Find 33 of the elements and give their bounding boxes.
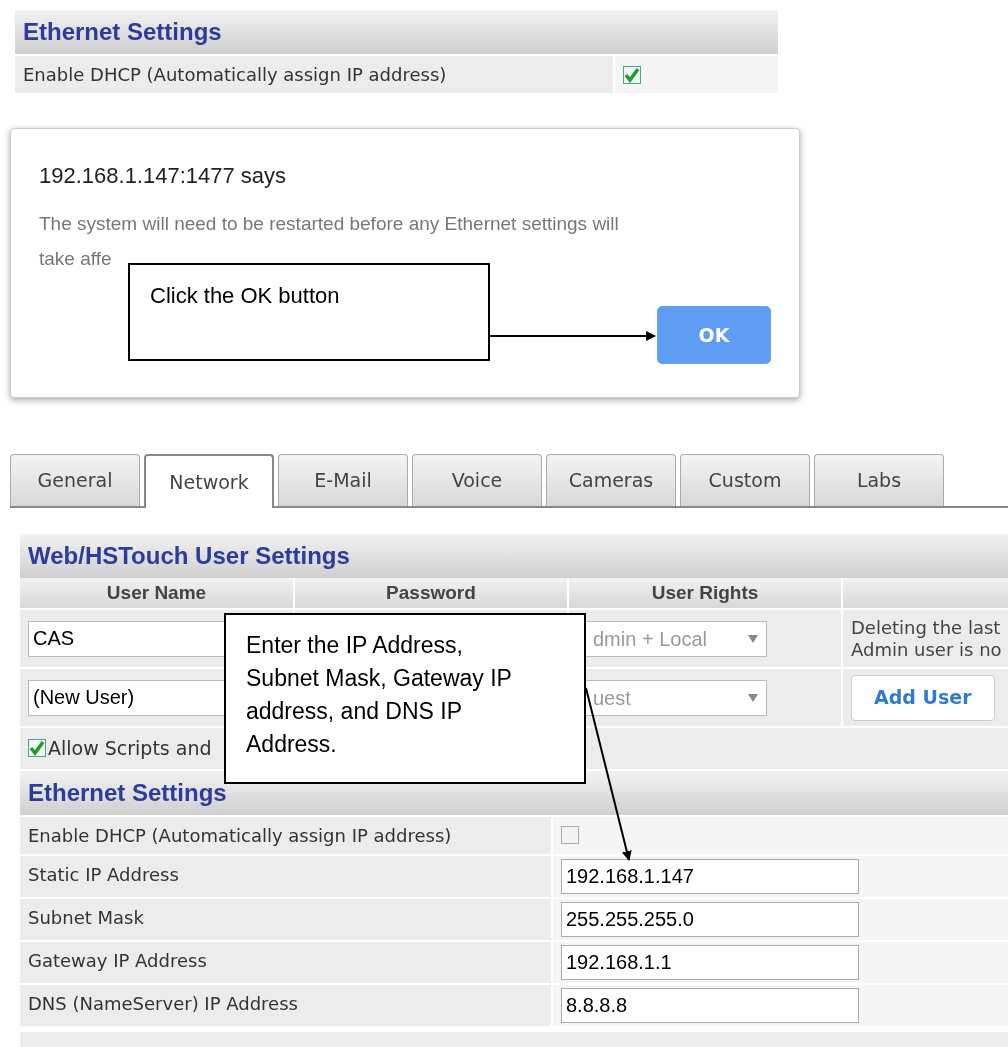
section-header: Ethernet Settings	[15, 10, 778, 54]
setting-label: Enable DHCP (Automatically assign IP address)	[15, 56, 615, 93]
text-field[interactable]: 192.168.1.1	[561, 944, 859, 980]
column-header: User Name	[20, 578, 293, 608]
setting-label: Enable DHCP (Automatically assign IP address)	[20, 816, 553, 854]
add-user-button[interactable]: Add User	[851, 674, 995, 721]
tab[interactable]: Cameras	[546, 454, 676, 506]
setting-label: DNS (NameServer) IP Address	[20, 984, 553, 1026]
tab[interactable]: Custom	[680, 454, 810, 506]
checkbox[interactable]	[623, 65, 641, 84]
setting-label: Gateway IP Address	[20, 941, 553, 983]
note-text: Deleting the last Admin user is no	[851, 616, 1002, 661]
tab[interactable]: General	[10, 454, 140, 506]
checkbox[interactable]	[28, 739, 46, 758]
column-header: Password	[295, 578, 567, 608]
callout-tooltip: Click the OK button	[128, 263, 490, 361]
setting-label: Static IP Address	[20, 855, 553, 897]
caret-icon	[748, 693, 758, 702]
option-label: Allow Scripts and	[48, 736, 212, 761]
tab[interactable]: Labs	[814, 454, 944, 506]
section-header: Web/HSTouch User Settings	[20, 534, 1008, 578]
tab[interactable]: Voice	[412, 454, 542, 506]
setting-label: Subnet Mask	[20, 898, 553, 940]
caret-icon	[748, 634, 758, 643]
tab[interactable]: E-Mail	[278, 454, 408, 506]
text-field[interactable]: 192.168.1.147	[561, 858, 859, 894]
text-field[interactable]: 8.8.8.8	[561, 987, 859, 1023]
callout-tooltip: Enter the IP Address, Subnet Mask, Gateway IP address, and DNS IP Address.	[224, 613, 586, 784]
tab[interactable]: Network	[144, 454, 274, 508]
dialog-title: 192.168.1.147:1477 says	[39, 162, 288, 190]
column-header: User Rights	[569, 578, 841, 608]
text-field[interactable]: 255.255.255.0	[561, 901, 859, 937]
checkbox[interactable]	[561, 826, 579, 844]
